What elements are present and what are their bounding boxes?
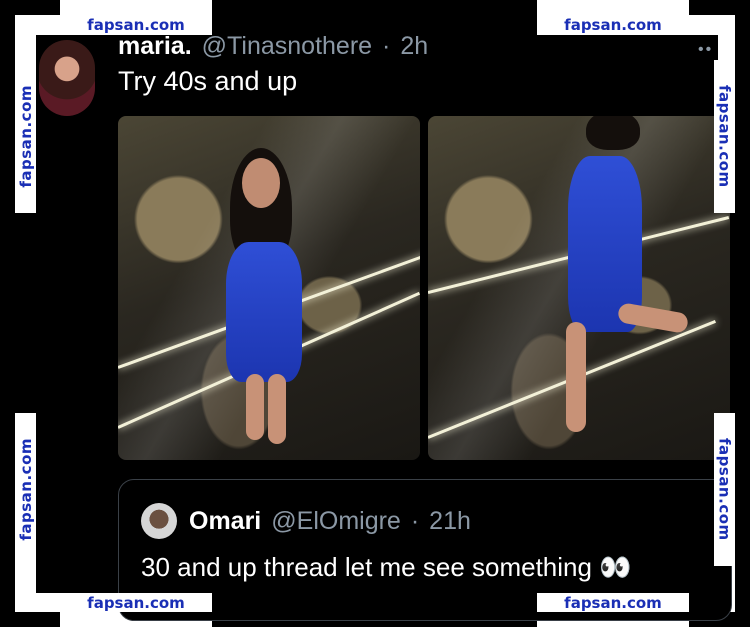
- quoted-author-avatar[interactable]: [141, 503, 177, 539]
- watermark-text: fapsan.com: [16, 438, 35, 541]
- frame-edge: [0, 15, 15, 213]
- watermark-bottom-right: fapsan.com: [537, 593, 689, 612]
- watermark-right-lower: fapsan.com: [714, 413, 735, 566]
- frame-edge: [735, 413, 750, 627]
- photo-figure-dress: [226, 242, 302, 382]
- watermark-text: fapsan.com: [715, 438, 734, 541]
- photo-figure-leg: [246, 374, 264, 440]
- media-photo-2[interactable]: [428, 116, 730, 460]
- watermark-top-left: fapsan.com: [60, 15, 212, 35]
- tweet-text: Try 40s and up: [118, 66, 298, 96]
- frame-edge: [735, 15, 750, 213]
- frame-edge: [0, 413, 15, 627]
- frame-edge: [0, 0, 60, 15]
- frame-edge: [689, 0, 750, 15]
- media-photo-1[interactable]: [118, 116, 420, 460]
- photo-figure-hair: [586, 116, 640, 150]
- author-name[interactable]: maria.: [118, 32, 192, 61]
- quoted-tweet-time[interactable]: 21h: [429, 507, 471, 536]
- tweet-time[interactable]: 2h: [400, 32, 428, 61]
- watermark-top-right: fapsan.com: [537, 15, 689, 35]
- quoted-meta-separator: ·: [410, 507, 420, 535]
- watermark-text: fapsan.com: [715, 85, 734, 188]
- watermark-text: fapsan.com: [564, 16, 662, 34]
- meta-separator: ·: [382, 31, 391, 60]
- tweet-media: [118, 116, 730, 460]
- quoted-author-handle[interactable]: @ElOmigre: [271, 507, 401, 536]
- watermark-bottom-left: fapsan.com: [60, 593, 212, 612]
- photo-figure-head: [242, 158, 280, 208]
- author-avatar[interactable]: [39, 40, 95, 116]
- watermark-right-upper: fapsan.com: [714, 60, 735, 213]
- quoted-author-name[interactable]: Omari: [189, 507, 261, 536]
- quoted-tweet-text: 30 and up thread let me see something 👀: [141, 552, 632, 582]
- watermark-text: fapsan.com: [16, 85, 35, 188]
- author-handle[interactable]: @Tinasnothere: [202, 32, 372, 61]
- frame-edge: [0, 213, 36, 413]
- quoted-author-line: Omari @ElOmigre · 21h: [189, 507, 471, 536]
- watermark-text: fapsan.com: [564, 593, 662, 612]
- watermark-text: fapsan.com: [87, 593, 185, 612]
- watermark-left-upper: fapsan.com: [15, 60, 36, 213]
- photo-figure-leg: [268, 374, 286, 444]
- photo-figure-leg: [566, 322, 586, 432]
- more-options-icon[interactable]: ••: [698, 41, 713, 59]
- frame-edge: [0, 612, 60, 627]
- watermark-text: fapsan.com: [87, 16, 185, 34]
- watermark-left-lower: fapsan.com: [15, 413, 36, 566]
